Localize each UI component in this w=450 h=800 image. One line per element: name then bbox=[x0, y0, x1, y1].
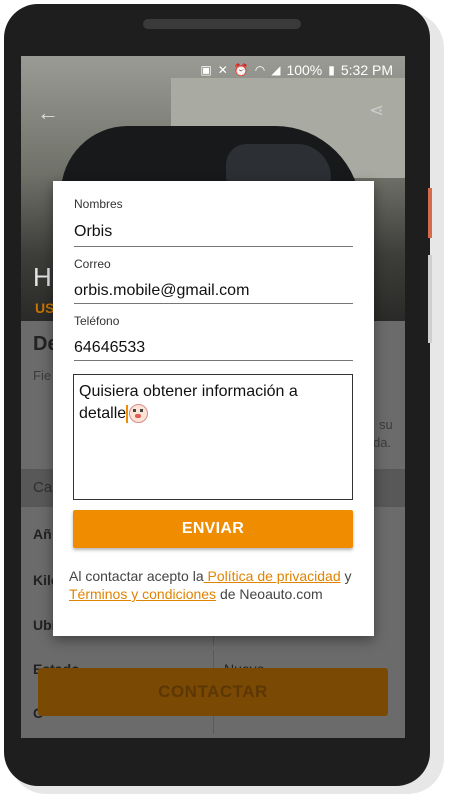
power-button bbox=[428, 188, 432, 238]
message-textarea[interactable]: Quisiera obtener información a detalle bbox=[73, 374, 353, 500]
sim-icon: ▣ bbox=[200, 63, 212, 77]
contact-button[interactable]: CONTACTAR bbox=[38, 668, 388, 716]
email-label: Correo bbox=[74, 257, 111, 271]
volume-button bbox=[428, 255, 432, 343]
vehicle-title: H bbox=[33, 262, 52, 292]
message-line-1: Quisiera obtener información a bbox=[79, 383, 298, 400]
battery-percent: 100% bbox=[286, 62, 323, 78]
clock: 5:32 PM bbox=[340, 62, 393, 78]
phone-label: Teléfono bbox=[74, 314, 120, 328]
back-arrow-icon[interactable]: ← bbox=[37, 100, 59, 126]
clown-emoji-icon bbox=[129, 404, 149, 424]
car-window bbox=[226, 144, 331, 182]
signal-icon: ◢ bbox=[271, 63, 281, 77]
legal-and: y bbox=[340, 568, 352, 584]
detail-label: Añ bbox=[33, 526, 52, 542]
battery-icon: ▮ bbox=[328, 63, 335, 77]
share-icon[interactable]: ⋖ bbox=[369, 100, 384, 121]
mute-icon: ✕ bbox=[217, 63, 228, 77]
terms-link[interactable]: Términos y condiciones bbox=[69, 586, 216, 602]
contact-dialog: Nombres Orbis Correo orbis.mobile@gmail.… bbox=[53, 181, 374, 636]
email-underline bbox=[74, 303, 353, 304]
legal-text: Al contactar acepto la Política de priva… bbox=[69, 567, 359, 603]
alarm-icon: ⏰ bbox=[233, 63, 249, 77]
privacy-policy-link[interactable]: Política de privacidad bbox=[204, 568, 341, 584]
wifi-icon: ◠ bbox=[254, 63, 266, 77]
message-line-2-wrap: detalle bbox=[79, 403, 347, 425]
description-right-2: da. bbox=[373, 435, 392, 450]
status-bar: ▣ ✕ ⏰ ◠ ◢ 100% ▮ 5:32 PM bbox=[21, 56, 405, 84]
speaker-grille bbox=[143, 19, 301, 29]
name-underline bbox=[74, 246, 353, 247]
legal-prefix: Al contactar acepto la bbox=[69, 568, 204, 584]
name-label: Nombres bbox=[74, 197, 123, 211]
description-right-1: su bbox=[379, 417, 393, 432]
phone-underline bbox=[74, 360, 353, 361]
legal-suffix: de Neoauto.com bbox=[216, 586, 323, 602]
send-button[interactable]: ENVIAR bbox=[73, 510, 353, 548]
phone-field[interactable]: 64646533 bbox=[74, 339, 145, 357]
vehicle-badge: US bbox=[35, 300, 55, 316]
text-cursor bbox=[126, 404, 129, 423]
name-field[interactable]: Orbis bbox=[74, 223, 112, 241]
message-line-2: detalle bbox=[79, 405, 127, 422]
category-label: Ca bbox=[33, 479, 53, 496]
email-field[interactable]: orbis.mobile@gmail.com bbox=[74, 282, 249, 300]
